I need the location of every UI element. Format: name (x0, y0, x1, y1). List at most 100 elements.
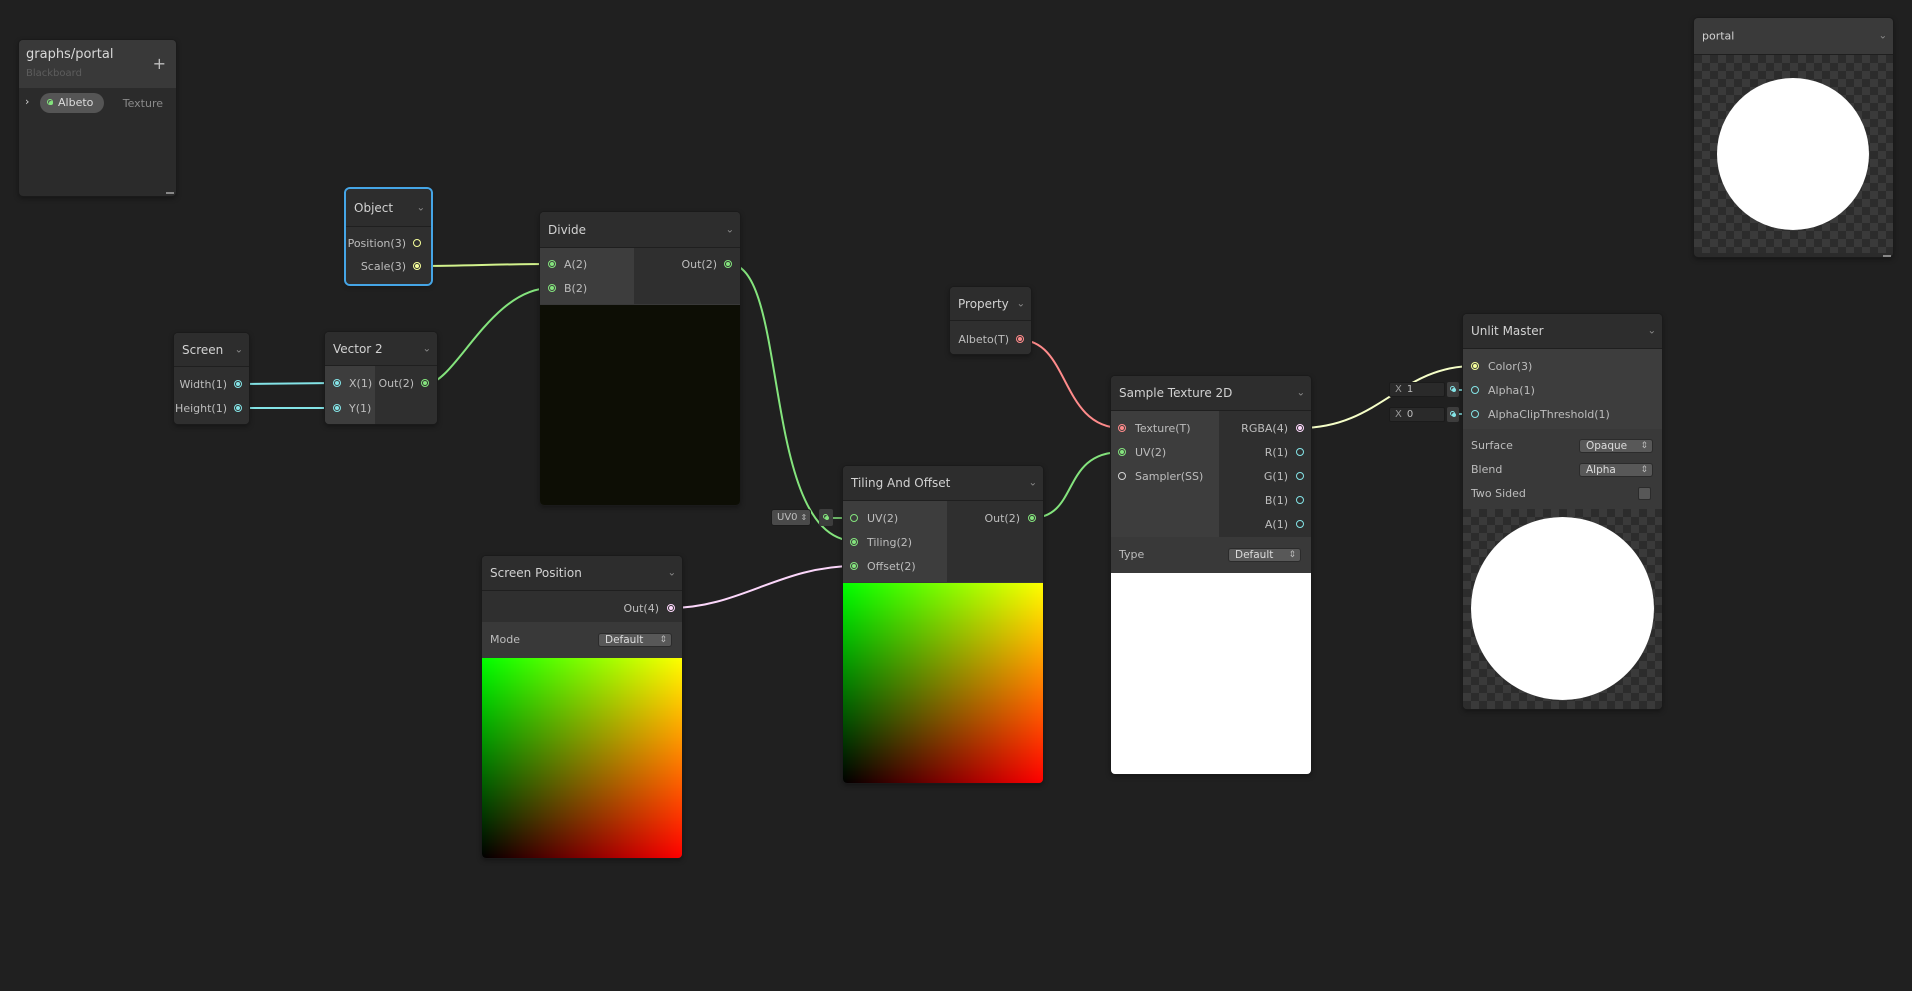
input-port-offset[interactable]: Offset(2) (850, 556, 916, 576)
chevron-down-icon[interactable]: ⌄ (235, 344, 243, 355)
chevron-down-icon[interactable]: ⌄ (1029, 478, 1037, 489)
type-dropdown[interactable]: Default (1228, 548, 1301, 562)
chevron-down-icon[interactable]: ⌄ (1297, 388, 1305, 399)
screen-node[interactable]: Screen ⌄ Width(1) Height(1) (174, 333, 249, 424)
port-dot-icon[interactable] (1118, 424, 1126, 432)
output-port-height[interactable]: Height(1) (175, 398, 242, 418)
main-preview-header[interactable]: portal ⌄ (1694, 18, 1893, 55)
output-port-width[interactable]: Width(1) (179, 374, 242, 394)
object-node[interactable]: Object ⌄ Position(3) Scale(3) (346, 189, 431, 284)
chevron-down-icon[interactable]: ⌄ (1017, 298, 1025, 309)
input-port-tiling[interactable]: Tiling(2) (850, 532, 912, 552)
screen-position-header[interactable]: Screen Position ⌄ (482, 556, 682, 591)
output-port-rgba[interactable]: RGBA(4) (1241, 418, 1304, 438)
port-dot-icon[interactable] (234, 404, 242, 412)
input-port-sampler[interactable]: Sampler(SS) (1118, 466, 1203, 486)
vector2-node[interactable]: Vector 2 ⌄ X(1) Y(1) Out(2) (325, 332, 437, 424)
output-port-g[interactable]: G(1) (1264, 466, 1304, 486)
input-port-texture[interactable]: Texture(T) (1118, 418, 1191, 438)
sample-texture-header[interactable]: Sample Texture 2D ⌄ (1111, 376, 1311, 411)
blend-dropdown[interactable]: Alpha (1579, 463, 1653, 477)
port-dot-icon[interactable] (850, 514, 858, 522)
chevron-down-icon[interactable]: ⌄ (417, 202, 425, 213)
output-port-albeto[interactable]: Albeto(T) (958, 329, 1024, 349)
two-sided-checkbox[interactable] (1638, 487, 1651, 500)
port-dot-icon[interactable] (1296, 472, 1304, 480)
port-dot-icon[interactable] (333, 379, 341, 387)
port-dot-icon[interactable] (234, 380, 242, 388)
property-node-header[interactable]: Property ⌄ (950, 287, 1031, 321)
object-node-header[interactable]: Object ⌄ (346, 189, 431, 227)
wire-screenpos-to-offset[interactable] (669, 565, 856, 609)
alpha-value-field[interactable]: X 1 (1389, 382, 1445, 397)
screen-node-header[interactable]: Screen ⌄ (174, 333, 249, 367)
port-dot-icon[interactable] (1471, 386, 1479, 394)
port-dot-icon[interactable] (850, 538, 858, 546)
chevron-down-icon[interactable]: ⌄ (726, 224, 734, 235)
input-port-y[interactable]: Y(1) (333, 398, 371, 418)
wire-divide-to-tiling[interactable] (728, 263, 856, 542)
port-dot-icon[interactable] (413, 239, 421, 247)
port-dot-icon[interactable] (413, 262, 421, 270)
tiling-offset-header[interactable]: Tiling And Offset ⌄ (843, 466, 1043, 501)
resize-handle-icon[interactable] (166, 192, 174, 194)
unlit-master-node[interactable]: Unlit Master ⌄ Color(3) Alpha(1) AlphaCl… (1463, 314, 1662, 709)
port-dot-icon[interactable] (1016, 335, 1024, 343)
wire-scale-to-a[interactable] (417, 263, 552, 267)
output-port-r[interactable]: R(1) (1265, 442, 1304, 462)
port-dot-icon[interactable] (421, 379, 429, 387)
port-dot-icon[interactable] (724, 260, 732, 268)
port-dot-icon[interactable] (548, 260, 556, 268)
vector2-node-header[interactable]: Vector 2 ⌄ (325, 332, 437, 366)
port-dot-icon[interactable] (850, 562, 858, 570)
main-preview-panel[interactable]: portal ⌄ (1694, 18, 1893, 257)
property-node[interactable]: Property ⌄ Albeto(T) (950, 287, 1031, 354)
uv0-channel-field[interactable]: UV0 ⇕ (771, 509, 811, 526)
resize-handle-icon[interactable] (1883, 255, 1891, 257)
add-property-button[interactable]: + (153, 54, 166, 73)
divide-node-header[interactable]: Divide ⌄ (540, 212, 740, 248)
chevron-down-icon[interactable]: ⌄ (1879, 31, 1887, 42)
unlit-master-preview[interactable] (1463, 509, 1662, 709)
expand-chevron-icon[interactable]: › (25, 95, 29, 108)
port-dot-icon[interactable] (548, 284, 556, 292)
chevron-down-icon[interactable]: ⌄ (1648, 326, 1656, 337)
tiling-and-offset-node[interactable]: Tiling And Offset ⌄ UV(2) Tiling(2) Offs… (843, 466, 1043, 783)
main-preview-viewport[interactable] (1694, 55, 1893, 253)
port-dot-icon[interactable] (1028, 514, 1036, 522)
output-port-out[interactable]: Out(2) (681, 254, 732, 274)
output-port-out[interactable]: Out(2) (378, 373, 429, 393)
port-dot-icon[interactable] (1118, 448, 1126, 456)
input-port-b[interactable]: B(2) (548, 278, 587, 298)
sample-texture-2d-node[interactable]: Sample Texture 2D ⌄ Texture(T) UV(2) Sam… (1111, 376, 1311, 774)
input-port-uv[interactable]: UV(2) (850, 508, 898, 528)
port-dot-icon[interactable] (1296, 520, 1304, 528)
chevron-down-icon[interactable]: ⌄ (423, 343, 431, 354)
wire-property-to-texture[interactable] (1019, 339, 1123, 429)
alpha-clip-value-field[interactable]: X 0 (1389, 407, 1445, 422)
input-port-a[interactable]: A(2) (548, 254, 587, 274)
blackboard-panel[interactable]: graphs/portal Blackboard + › Albeto Text… (19, 40, 176, 196)
input-port-alpha-clip[interactable]: AlphaClipThreshold(1) (1471, 404, 1610, 424)
output-port-position[interactable]: Position(3) (348, 233, 421, 253)
input-port-uv[interactable]: UV(2) (1118, 442, 1166, 462)
input-port-color[interactable]: Color(3) (1471, 356, 1532, 376)
output-port-scale[interactable]: Scale(3) (361, 256, 421, 276)
mode-dropdown[interactable]: Default (598, 633, 672, 647)
port-dot-icon[interactable] (667, 604, 675, 612)
port-dot-icon[interactable] (1296, 448, 1304, 456)
port-dot-icon[interactable] (1471, 410, 1479, 418)
port-dot-icon[interactable] (1118, 472, 1126, 480)
output-port-a[interactable]: A(1) (1265, 514, 1304, 534)
output-port-b[interactable]: B(1) (1265, 490, 1304, 510)
input-port-x[interactable]: X(1) (333, 373, 372, 393)
wire-width-to-x[interactable] (237, 382, 337, 385)
surface-dropdown[interactable]: Opaque (1579, 439, 1653, 453)
property-pill[interactable]: Albeto (40, 93, 104, 113)
blackboard-property-row[interactable]: › Albeto Texture (19, 93, 176, 113)
port-dot-icon[interactable] (333, 404, 341, 412)
divide-node[interactable]: Divide ⌄ A(2) B(2) Out(2) (540, 212, 740, 505)
output-port-out[interactable]: Out(4) (623, 598, 675, 618)
screen-position-node[interactable]: Screen Position ⌄ Out(4) Mode Default (482, 556, 682, 858)
port-dot-icon[interactable] (1296, 496, 1304, 504)
